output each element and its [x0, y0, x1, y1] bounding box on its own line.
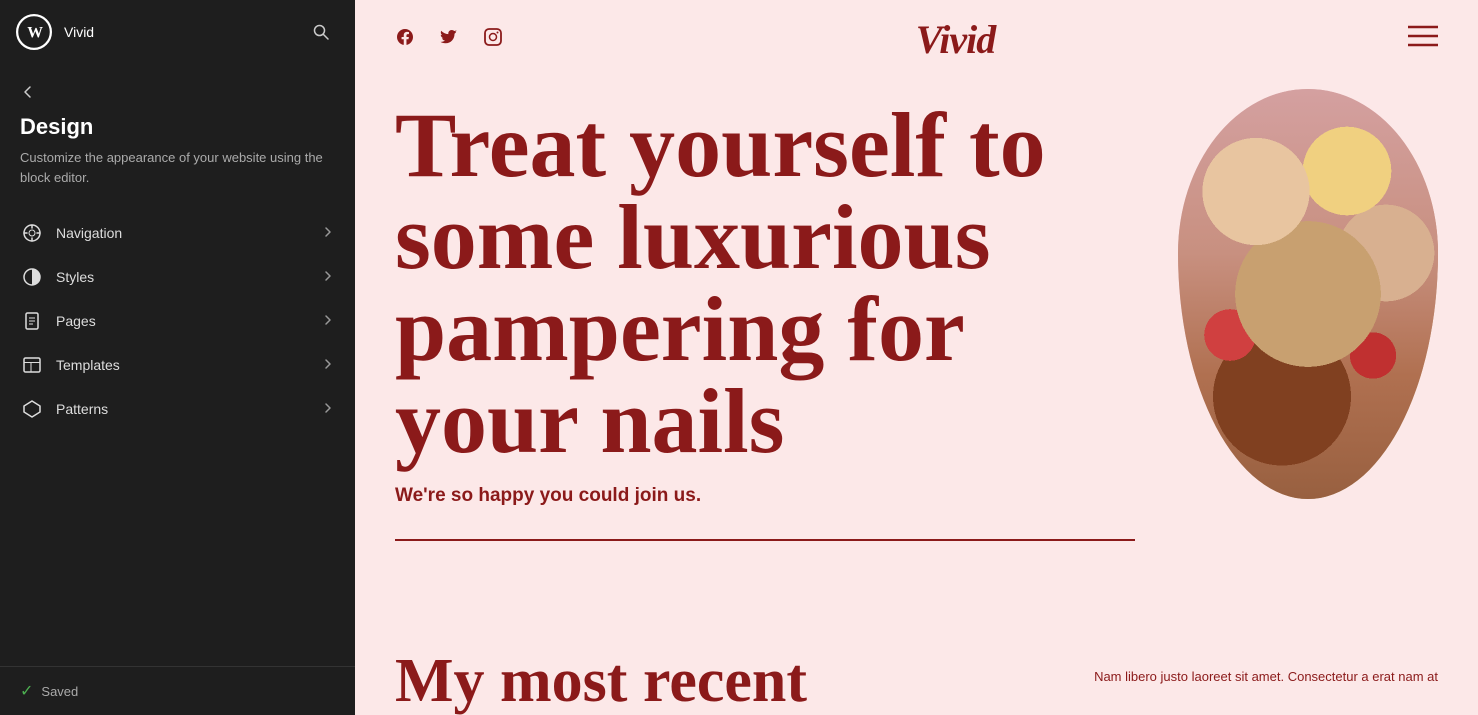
navigation-chevron-icon [321, 225, 335, 242]
pages-icon [20, 309, 44, 333]
sidebar: W Vivid Design Customize the appearance … [0, 0, 355, 715]
sidebar-item-patterns[interactable]: Patterns [0, 387, 355, 431]
hero-section: Treat yourself to some luxurious pamperi… [355, 79, 1478, 655]
templates-label: Templates [56, 357, 309, 373]
hero-main-title: Treat yourself to some luxurious pamperi… [395, 99, 1158, 467]
styles-label: Styles [56, 269, 309, 285]
nav-items: Navigation Styles [0, 211, 355, 666]
instagram-icon[interactable] [483, 27, 503, 52]
design-description: Customize the appearance of your website… [20, 148, 335, 187]
svg-text:W: W [27, 25, 43, 42]
search-button[interactable] [303, 14, 339, 50]
hero-divider [395, 539, 1135, 541]
hero-subtitle: We're so happy you could join us. [395, 485, 1158, 507]
styles-icon [20, 265, 44, 289]
templates-chevron-icon [321, 357, 335, 374]
site-name-label: Vivid [64, 24, 94, 40]
compass-icon [20, 221, 44, 245]
templates-icon [20, 353, 44, 377]
preview-area: Vivid Treat yourself to some luxurious p… [355, 0, 1478, 715]
hamburger-menu-icon[interactable] [1408, 25, 1438, 54]
back-button[interactable] [20, 80, 36, 104]
sidebar-item-navigation[interactable]: Navigation [0, 211, 355, 255]
hero-image [1178, 89, 1438, 499]
sidebar-item-templates[interactable]: Templates [0, 343, 355, 387]
sidebar-header: W Vivid [0, 0, 355, 64]
design-section: Design Customize the appearance of your … [0, 64, 355, 211]
saved-check-icon: ✓ [20, 681, 33, 701]
sidebar-item-pages[interactable]: Pages [0, 299, 355, 343]
preview-topbar: Vivid [355, 0, 1478, 79]
patterns-chevron-icon [321, 401, 335, 418]
styles-chevron-icon [321, 269, 335, 286]
design-title: Design [20, 114, 335, 140]
bottom-right-text: Nam libero justo laoreet sit amet. Conse… [807, 655, 1438, 687]
patterns-label: Patterns [56, 401, 309, 417]
hero-image-container [1158, 89, 1438, 635]
hero-text-block: Treat yourself to some luxurious pamperi… [395, 89, 1158, 635]
bottom-section: My most recent Nam libero justo laoreet … [355, 655, 1478, 715]
navigation-label: Navigation [56, 225, 309, 241]
social-icons-group [395, 27, 503, 52]
saved-label: Saved [41, 684, 78, 699]
patterns-icon [20, 397, 44, 421]
pages-chevron-icon [321, 313, 335, 330]
wp-logo[interactable]: W [16, 14, 52, 50]
twitter-icon[interactable] [439, 27, 459, 52]
bottom-left-text: My most recent [395, 655, 807, 712]
pages-label: Pages [56, 313, 309, 329]
sidebar-item-styles[interactable]: Styles [0, 255, 355, 299]
sidebar-footer: ✓ Saved [0, 666, 355, 715]
facebook-icon[interactable] [395, 27, 415, 52]
preview-logo: Vivid [916, 16, 995, 63]
